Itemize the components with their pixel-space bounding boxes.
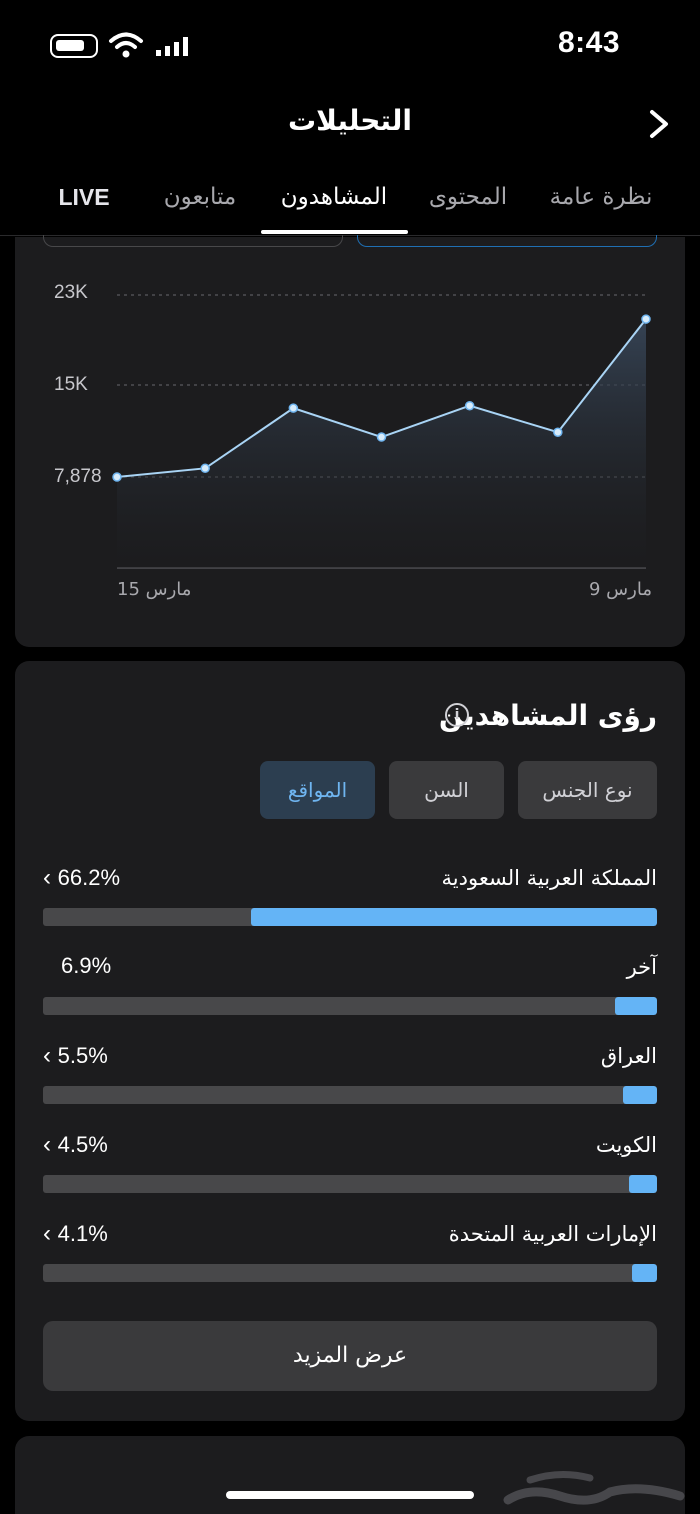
- location-bar-track: [43, 908, 657, 926]
- location-bar-track: [43, 997, 657, 1015]
- show-more-button[interactable]: عرض المزيد: [43, 1321, 657, 1391]
- tab-followers[interactable]: متابعون: [150, 184, 250, 210]
- haraj-watermark-logo: [503, 1471, 685, 1505]
- tab-content[interactable]: المحتوى: [420, 184, 516, 210]
- percent-value: 5.5%: [57, 1043, 108, 1068]
- data-point: [288, 403, 299, 413]
- info-icon[interactable]: i: [445, 703, 469, 727]
- battery-icon: [50, 34, 98, 58]
- location-name: الإمارات العربية المتحدة: [448, 1222, 657, 1246]
- y-tick-label: 7,878: [54, 466, 102, 487]
- tab-live[interactable]: LIVE: [48, 184, 120, 211]
- audience-insights-card: رؤى المشاهدين i نوع الجنس السن المواقع ا…: [15, 661, 685, 1421]
- location-percent[interactable]: ‹ 5.5%: [43, 1042, 108, 1070]
- y-tick-label: 23K: [54, 282, 88, 303]
- filter-gender-button[interactable]: نوع الجنس: [518, 761, 657, 819]
- clock: 8:43: [557, 26, 620, 59]
- location-percent[interactable]: ‹ 4.5%: [43, 1131, 108, 1159]
- data-point: [112, 472, 122, 482]
- location-percent[interactable]: ‹ 4.1%: [43, 1220, 108, 1248]
- x-tick-label-end: مارس 15: [117, 579, 192, 600]
- data-point: [464, 400, 475, 411]
- data-point: [641, 314, 651, 324]
- location-bar-track: [43, 1175, 657, 1193]
- location-percent: 6.9%: [61, 953, 111, 979]
- data-point: [200, 463, 210, 474]
- percent-value: 4.1%: [57, 1221, 108, 1246]
- location-bar-fill: [631, 1264, 657, 1282]
- location-bar-fill: [629, 1175, 657, 1193]
- location-bar-fill: [623, 1086, 657, 1104]
- percent-value: 66.2%: [57, 865, 121, 890]
- y-tick-label: 15K: [54, 374, 88, 395]
- insights-title: رؤى المشاهدين: [438, 699, 657, 732]
- chevron-left-icon[interactable]: ‹: [43, 864, 58, 891]
- chevron-left-icon[interactable]: ‹: [43, 1042, 58, 1069]
- location-bar-fill: [614, 997, 657, 1015]
- location-bar-track: [43, 1264, 657, 1282]
- back-chevron-icon[interactable]: [646, 104, 672, 144]
- views-chart-card: 23K 15K 7,878 مارس 15 مارس 9: [15, 235, 685, 647]
- header: التحليلات: [0, 90, 700, 160]
- tab-audience[interactable]: المشاهدون: [266, 184, 402, 210]
- tab-overview[interactable]: نظرة عامة: [548, 184, 654, 210]
- chevron-left-icon[interactable]: ‹: [43, 1220, 58, 1247]
- wifi-icon: [109, 32, 143, 58]
- home-indicator: [226, 1491, 474, 1499]
- tab-bar: نظرة عامة المحتوى المشاهدون متابعون LIVE: [0, 170, 700, 236]
- percent-value: 4.5%: [57, 1132, 108, 1157]
- percent-value: 6.9%: [61, 953, 112, 978]
- data-point: [553, 427, 563, 437]
- location-name: الكويت: [595, 1133, 657, 1157]
- chart-area-fill: [117, 319, 646, 568]
- location-percent[interactable]: ‹ 66.2%: [43, 864, 120, 892]
- filter-locations-button[interactable]: المواقع: [260, 761, 375, 819]
- chevron-left-icon[interactable]: ‹: [43, 1131, 58, 1158]
- location-bar-fill: [250, 908, 657, 926]
- location-name: آخر: [626, 955, 657, 979]
- page-title: التحليلات: [288, 104, 412, 137]
- views-line-chart: [112, 294, 651, 569]
- location-name: المملكة العربية السعودية: [441, 866, 657, 890]
- filter-age-button[interactable]: السن: [389, 761, 504, 819]
- data-point: [376, 432, 387, 442]
- active-tab-indicator: [261, 230, 408, 234]
- x-tick-label-start: مارس 9: [589, 579, 652, 600]
- location-bar-track: [43, 1086, 657, 1104]
- cellular-signal-icon: [156, 37, 188, 56]
- location-name: العراق: [600, 1044, 657, 1068]
- status-bar: 8:43: [0, 0, 700, 90]
